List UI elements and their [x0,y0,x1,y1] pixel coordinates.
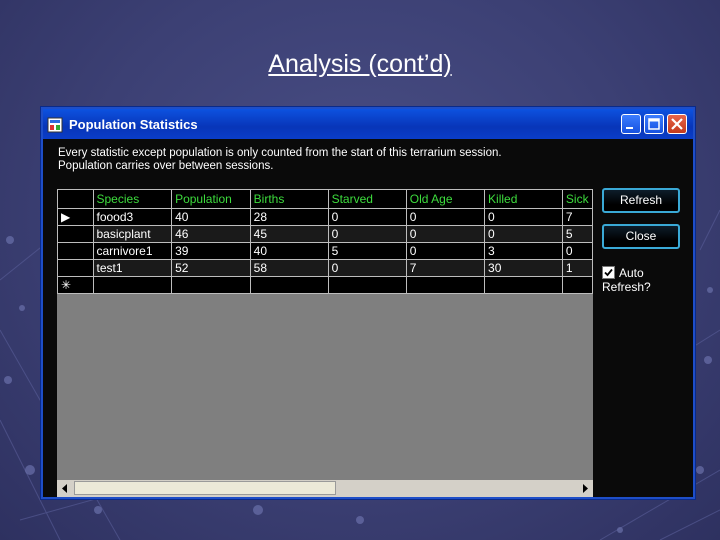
table-cell[interactable]: 5 [327,242,407,260]
new-row[interactable]: ✳ [57,276,593,294]
close-icon [671,118,683,130]
auto-refresh-checkbox[interactable] [602,266,615,279]
refresh-button[interactable]: Refresh [602,188,680,213]
table-row[interactable]: ▶ foood3 40 28 0 0 0 7 [57,208,593,226]
table-cell[interactable] [171,276,251,294]
maximize-icon [648,118,660,130]
header-row: Species Population Births Starved Old Ag… [57,189,593,209]
table-cell[interactable]: 0 [561,242,593,260]
window-titlebar[interactable]: Population Statistics [43,109,693,139]
checkmark-icon [604,268,613,277]
table-cell[interactable]: 0 [405,242,486,260]
info-line-1: Every statistic except population is onl… [58,147,502,159]
table-cell[interactable]: 7 [405,259,486,277]
info-line-2: Population carries over between sessions… [58,160,274,172]
row-header[interactable] [57,259,94,277]
corner-header [57,189,94,209]
table-cell[interactable]: 45 [249,225,329,243]
table-cell[interactable] [484,276,563,294]
column-header-old-age[interactable]: Old Age [405,189,486,209]
auto-refresh-option[interactable]: Auto Refresh? [602,266,693,294]
table-cell[interactable] [249,276,329,294]
table-row[interactable]: basicplant 46 45 0 0 0 5 [57,225,593,243]
table-cell[interactable]: test1 [92,259,173,277]
table-cell[interactable]: 1 [561,259,593,277]
table-cell[interactable]: carnivore1 [92,242,173,260]
new-row-indicator[interactable]: ✳ [57,276,94,294]
window-title: Population Statistics [69,117,198,132]
row-header[interactable] [57,225,94,243]
scroll-left-button[interactable] [57,480,74,497]
table-cell[interactable]: 40 [249,242,329,260]
table-cell[interactable]: 0 [484,225,563,243]
column-header-population[interactable]: Population [171,189,251,209]
horizontal-scrollbar[interactable] [57,480,593,497]
table-cell[interactable]: 5 [561,225,593,243]
table-cell[interactable]: 40 [171,208,251,226]
table-cell[interactable]: 46 [171,225,251,243]
table-cell[interactable]: 0 [327,225,407,243]
column-header-sick[interactable]: Sick [561,189,593,209]
table-row[interactable]: test1 52 58 0 7 30 1 [57,259,593,277]
row-header[interactable] [57,242,94,260]
table-cell[interactable]: 52 [171,259,251,277]
table-cell[interactable] [327,276,407,294]
table-cell[interactable]: basicplant [92,225,173,243]
column-header-killed[interactable]: Killed [484,189,563,209]
arrow-left-icon [62,484,67,493]
table-cell[interactable]: 7 [561,208,593,226]
column-header-species[interactable]: Species [92,189,173,209]
maximize-button[interactable] [644,114,664,134]
table-cell[interactable] [405,276,486,294]
minimize-icon [626,127,633,129]
table-cell[interactable]: 39 [171,242,251,260]
table-cell[interactable]: 0 [327,259,407,277]
table-row[interactable]: carnivore1 39 40 5 0 3 0 [57,242,593,260]
table-cell[interactable]: 28 [249,208,329,226]
statistics-table: Species Population Births Starved Old Ag… [57,189,593,294]
table-cell[interactable]: 0 [327,208,407,226]
close-window-button[interactable] [667,114,687,134]
scroll-thumb[interactable] [74,481,336,495]
table-cell[interactable] [92,276,173,294]
current-row-indicator[interactable]: ▶ [57,208,94,226]
table-cell[interactable]: 0 [405,225,486,243]
app-icon [47,117,63,133]
info-text: Every statistic except population is onl… [58,147,502,173]
minimize-button[interactable] [621,114,641,134]
table-cell[interactable] [561,276,593,294]
arrow-right-icon [583,484,588,493]
table-cell[interactable]: 0 [484,208,563,226]
table-cell[interactable]: 3 [484,242,563,260]
column-header-starved[interactable]: Starved [327,189,407,209]
population-statistics-window: Population Statistics Every statistic ex… [41,107,695,499]
table-cell[interactable]: 58 [249,259,329,277]
column-header-births[interactable]: Births [249,189,329,209]
close-button[interactable]: Close [602,224,680,249]
scroll-right-button[interactable] [576,480,593,497]
table-cell[interactable]: foood3 [92,208,173,226]
slide-title: Analysis (cont’d) [268,50,452,78]
table-cell[interactable]: 30 [484,259,563,277]
table-cell[interactable]: 0 [405,208,486,226]
statistics-grid[interactable]: Species Population Births Starved Old Ag… [57,189,593,497]
